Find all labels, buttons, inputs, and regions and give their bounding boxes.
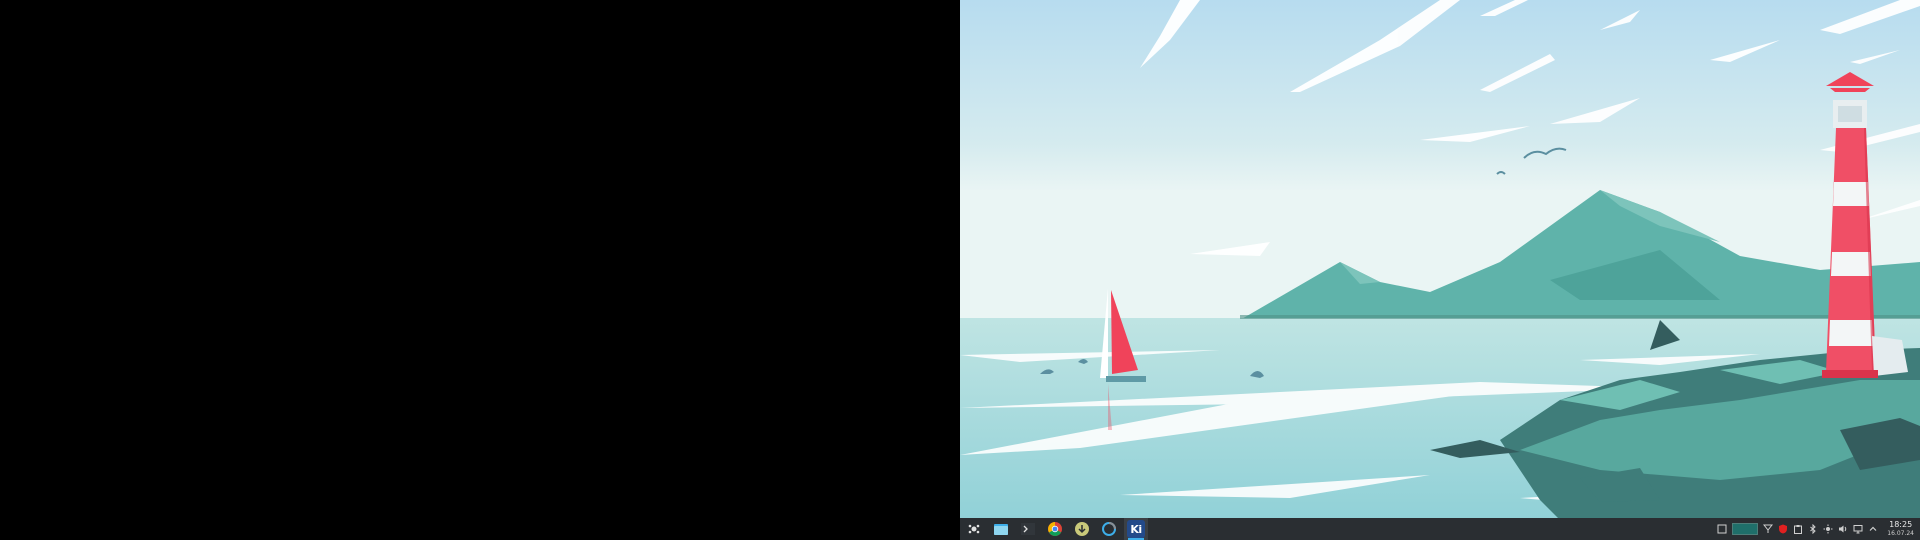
- bluetooth-icon[interactable]: [1808, 524, 1818, 534]
- lighthouse-wallpaper: [960, 0, 1920, 540]
- brightness-icon[interactable]: [1823, 524, 1833, 534]
- sync-icon: [1102, 522, 1116, 536]
- vpn-icon[interactable]: [1763, 524, 1774, 534]
- chrome-button[interactable]: [1043, 518, 1067, 540]
- shield-icon[interactable]: [1778, 524, 1788, 534]
- left-screen-blank: [0, 0, 960, 540]
- chevron-up-icon[interactable]: [1868, 524, 1878, 534]
- application-launcher-button[interactable]: [962, 518, 986, 540]
- taskbar: Ki 18:25 16.07.24: [960, 518, 1920, 540]
- chrome-icon: [1048, 522, 1062, 536]
- terminal-button[interactable]: [1016, 518, 1040, 540]
- kicad-icon: Ki: [1127, 520, 1145, 538]
- terminal-icon: [1021, 523, 1035, 535]
- download-manager-icon: [1075, 522, 1089, 536]
- file-manager-button[interactable]: [989, 518, 1013, 540]
- application-launcher-icon: [968, 524, 980, 534]
- sync-button[interactable]: [1097, 518, 1121, 540]
- digital-clock[interactable]: 18:25 16.07.24: [1887, 520, 1914, 538]
- taskbar-launchers: Ki: [960, 518, 1151, 540]
- kicad-button[interactable]: Ki: [1124, 518, 1148, 540]
- volume-icon[interactable]: [1838, 524, 1848, 534]
- clock-date: 16.07.24: [1887, 530, 1914, 537]
- download-manager-button[interactable]: [1070, 518, 1094, 540]
- show-desktop-icon[interactable]: [1717, 524, 1727, 534]
- virtual-desktop-pager[interactable]: [1732, 523, 1759, 535]
- desktop-wallpaper: Ki 18:25 16.07.24: [960, 0, 1920, 540]
- clipboard-icon[interactable]: [1793, 524, 1803, 534]
- system-tray: 18:25 16.07.24: [1717, 518, 1920, 540]
- clock-time: 18:25: [1889, 520, 1913, 529]
- display-icon[interactable]: [1853, 524, 1863, 534]
- file-manager-icon: [994, 524, 1008, 535]
